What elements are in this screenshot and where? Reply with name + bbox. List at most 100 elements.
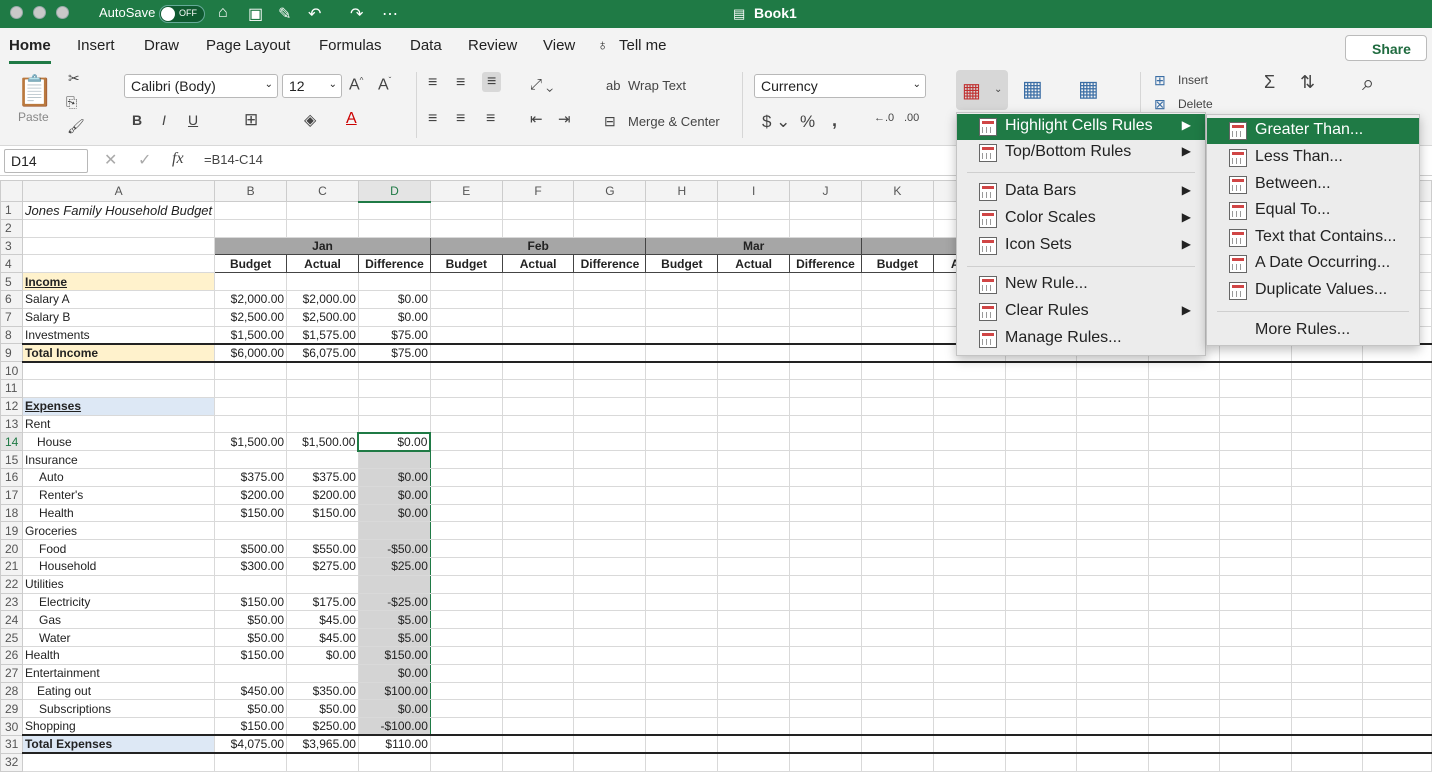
- cell[interactable]: Eating out: [21, 681, 216, 701]
- column-subheader[interactable]: Actual: [717, 254, 791, 274]
- cell[interactable]: [789, 681, 862, 701]
- row-header[interactable]: 31: [0, 734, 23, 754]
- cell[interactable]: [214, 396, 288, 416]
- cell[interactable]: $300.00: [214, 556, 288, 576]
- cell[interactable]: [573, 628, 647, 647]
- cell[interactable]: Utilities: [21, 574, 216, 594]
- cell[interactable]: [286, 521, 359, 541]
- menu-item-data-bars[interactable]: Data Bars ▶: [957, 179, 1205, 205]
- cell[interactable]: [1219, 539, 1292, 558]
- cell[interactable]: [932, 681, 1006, 701]
- cell[interactable]: [1362, 645, 1432, 665]
- cell[interactable]: [214, 521, 288, 541]
- cell[interactable]: [1219, 432, 1292, 452]
- cell[interactable]: [1290, 556, 1364, 576]
- menu-item-text-contains[interactable]: Text that Contains...: [1207, 225, 1419, 251]
- cell[interactable]: [573, 556, 647, 576]
- cell[interactable]: [21, 254, 216, 274]
- cell[interactable]: [1076, 574, 1149, 594]
- cell[interactable]: [717, 628, 791, 647]
- cell[interactable]: [1290, 414, 1364, 434]
- cell[interactable]: Insurance: [21, 450, 216, 469]
- cell[interactable]: [1219, 521, 1292, 541]
- cell[interactable]: [1147, 503, 1221, 523]
- share-button[interactable]: Share: [1345, 35, 1427, 61]
- cell[interactable]: [1219, 450, 1292, 469]
- cell[interactable]: $375.00: [286, 467, 359, 487]
- row-header[interactable]: 11: [0, 378, 23, 398]
- cell[interactable]: [573, 592, 647, 612]
- format-as-table-icon[interactable]: ▦: [1022, 76, 1043, 102]
- row-header[interactable]: 23: [0, 592, 23, 612]
- cell[interactable]: [573, 414, 647, 434]
- row-header[interactable]: 5: [0, 272, 23, 291]
- cell[interactable]: [286, 663, 359, 683]
- cell[interactable]: [1076, 521, 1149, 541]
- wrap-text-button[interactable]: Wrap Text: [628, 78, 686, 93]
- cell[interactable]: [932, 485, 1006, 505]
- cell[interactable]: [717, 681, 791, 701]
- column-header[interactable]: D: [357, 180, 431, 203]
- cell[interactable]: [645, 432, 719, 452]
- cell[interactable]: [1076, 396, 1149, 416]
- cell[interactable]: [645, 272, 719, 291]
- cell[interactable]: [21, 752, 216, 772]
- merge-center-button[interactable]: Merge & Center: [628, 114, 720, 129]
- cell[interactable]: [1004, 396, 1078, 416]
- cell[interactable]: Water: [21, 628, 216, 647]
- cell[interactable]: [357, 218, 431, 238]
- cell[interactable]: [1219, 717, 1292, 736]
- row-header[interactable]: 25: [0, 628, 23, 647]
- cell[interactable]: Electricity: [21, 592, 216, 612]
- cell[interactable]: [1290, 645, 1364, 665]
- cell[interactable]: [1004, 432, 1078, 452]
- column-header[interactable]: I: [717, 180, 791, 202]
- cell[interactable]: [1147, 699, 1221, 719]
- cell[interactable]: [1076, 467, 1149, 487]
- orientation-icon[interactable]: ⤢ ⌄: [530, 76, 553, 93]
- cell[interactable]: [1290, 734, 1364, 755]
- cell[interactable]: [1004, 717, 1078, 736]
- cell[interactable]: [214, 450, 288, 469]
- cell[interactable]: [645, 396, 719, 416]
- cell[interactable]: [573, 645, 647, 665]
- cell[interactable]: [1219, 378, 1292, 398]
- paste-icon[interactable]: 📋: [16, 74, 53, 109]
- insert-cells-button[interactable]: Insert: [1178, 73, 1208, 87]
- cell[interactable]: [1147, 539, 1221, 558]
- cell[interactable]: [429, 396, 503, 416]
- cell[interactable]: [860, 450, 934, 469]
- undo-icon[interactable]: ↶: [308, 4, 321, 24]
- cell[interactable]: [286, 752, 359, 772]
- cell[interactable]: [645, 734, 719, 755]
- cell[interactable]: [717, 663, 791, 683]
- cell[interactable]: [429, 414, 503, 434]
- cell[interactable]: [286, 450, 359, 469]
- cell[interactable]: [429, 432, 503, 452]
- cell[interactable]: Total Income: [21, 342, 216, 363]
- cell[interactable]: [932, 717, 1006, 736]
- cell[interactable]: [932, 574, 1006, 594]
- row-header[interactable]: 19: [0, 521, 23, 541]
- column-header[interactable]: H: [645, 180, 719, 202]
- cell[interactable]: [645, 574, 719, 594]
- cell[interactable]: [1290, 450, 1364, 469]
- cell[interactable]: [789, 645, 862, 665]
- cell[interactable]: [573, 574, 647, 594]
- cell[interactable]: [717, 592, 791, 612]
- cell[interactable]: [1147, 556, 1221, 576]
- align-bottom-icon[interactable]: ≡: [482, 72, 502, 92]
- cut-icon[interactable]: ✂: [68, 70, 80, 87]
- cell[interactable]: [501, 325, 575, 345]
- cell[interactable]: [1004, 485, 1078, 505]
- cell[interactable]: [1362, 361, 1432, 380]
- menu-item-manage-rules[interactable]: Manage Rules...: [957, 326, 1205, 352]
- cell[interactable]: $150.00: [286, 503, 359, 523]
- cell[interactable]: [501, 467, 575, 487]
- cell[interactable]: [717, 717, 791, 736]
- menu-item-less-than[interactable]: Less Than...: [1207, 145, 1419, 171]
- cell[interactable]: [1290, 699, 1364, 719]
- cell[interactable]: [1362, 681, 1432, 701]
- cell[interactable]: [717, 361, 791, 380]
- cell[interactable]: [1219, 467, 1292, 487]
